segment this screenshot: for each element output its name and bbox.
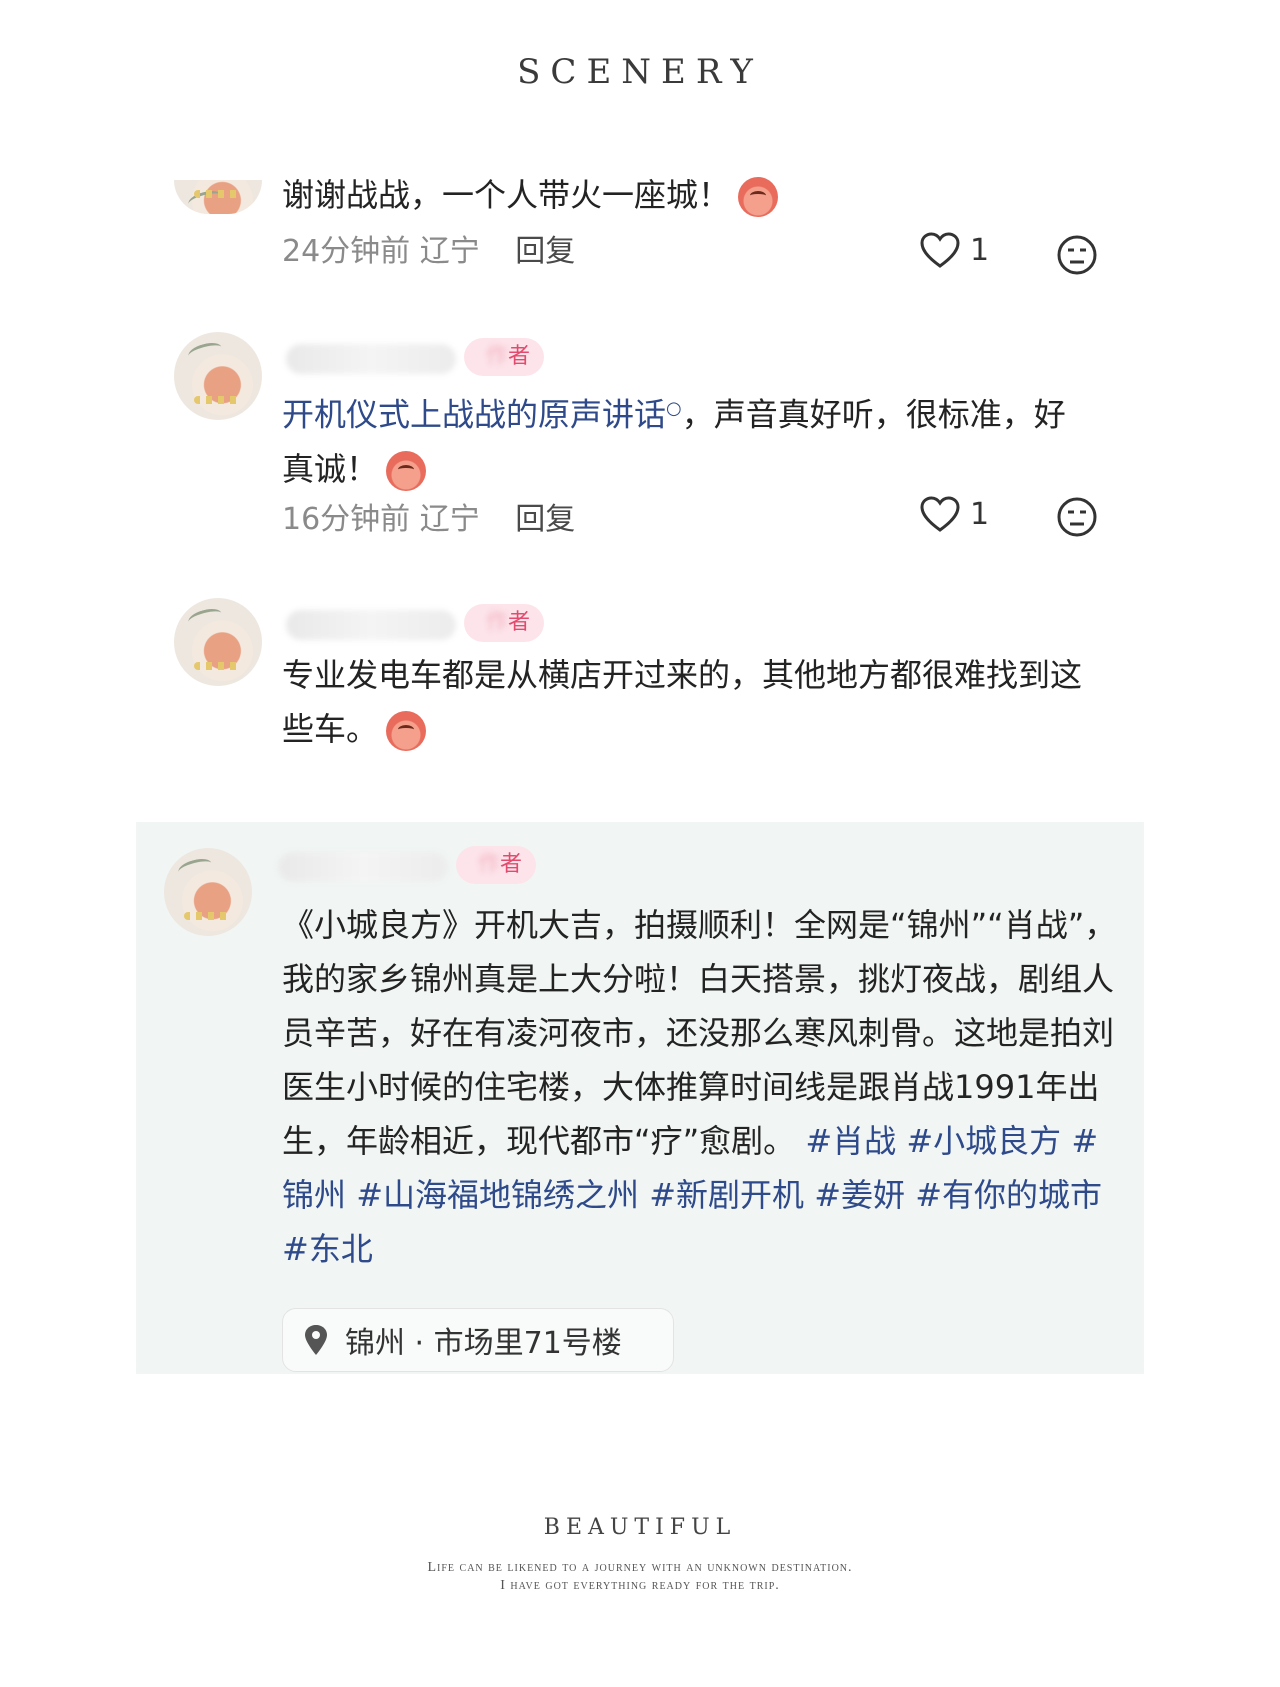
username-blurred[interactable]	[278, 852, 448, 882]
surprised-emoji-icon	[386, 711, 427, 751]
hashtag[interactable]: #山海福地锦绣之州	[356, 1176, 639, 1214]
like-count: 1	[970, 232, 990, 268]
reply-button[interactable]: 回复	[515, 502, 575, 537]
happy-emoji-icon	[386, 450, 427, 491]
avatar[interactable]	[174, 332, 262, 420]
footer-line-1: Life can be likened to a journey with an…	[427, 1560, 853, 1575]
dislike-button[interactable]	[1056, 496, 1098, 542]
comment-region: 辽宁	[419, 234, 480, 269]
comment-1-text: 谢谢战战，一个人带火一座城！	[282, 168, 1102, 222]
comment-region: 辽宁	[419, 502, 480, 537]
hashtag[interactable]: #姜妍	[814, 1176, 905, 1214]
dislike-face-icon	[1057, 497, 1097, 537]
location-tag[interactable]: 锦州 · 市场里71号楼	[282, 1308, 674, 1372]
username-blurred[interactable]	[286, 344, 456, 374]
avatar[interactable]	[174, 598, 262, 686]
hashtag[interactable]: #新剧开机	[649, 1176, 804, 1214]
header-title: SCENERY	[517, 52, 763, 92]
heart-icon	[920, 232, 960, 268]
comment-time: 24分钟前	[282, 234, 411, 269]
reply-button[interactable]: 回复	[515, 234, 575, 269]
heart-icon	[920, 496, 960, 532]
comment-2-text: 开机仪式上战战的原声讲话○，声音真好听，很标准，好真诚！	[282, 382, 1082, 496]
dislike-face-icon	[1057, 235, 1097, 275]
avatar[interactable]	[174, 180, 262, 214]
footer-line-2: I have got everything ready for the trip…	[500, 1578, 780, 1593]
comment-1-body: 谢谢战战，一个人带火一座城！	[282, 176, 731, 214]
username-blurred[interactable]	[286, 610, 456, 640]
author-badge: 作者	[464, 604, 544, 642]
location-text: 锦州 · 市场里71号楼	[345, 1326, 622, 1361]
dislike-button[interactable]	[1056, 234, 1098, 280]
hashtag[interactable]: #有你的城市	[915, 1176, 1102, 1214]
audio-link[interactable]: 开机仪式上战战的原声讲话	[282, 396, 666, 434]
like-count: 1	[970, 496, 990, 532]
search-icon[interactable]: ○	[666, 398, 682, 419]
hashtag[interactable]: #东北	[282, 1230, 373, 1268]
footer-title: BEAUTIFUL	[543, 1515, 737, 1540]
comment-2-meta: 16分钟前 辽宁 回复	[282, 494, 575, 538]
location-pin-icon	[305, 1325, 327, 1355]
author-badge: 作者	[456, 846, 536, 884]
hashtag[interactable]: #肖战	[805, 1122, 896, 1160]
hashtag[interactable]: #小城良方	[906, 1122, 1061, 1160]
comment-time: 16分钟前	[282, 502, 411, 537]
like-button[interactable]: 1	[920, 232, 989, 268]
comment-4-text: 《小城良方》开机大吉，拍摄顺利！全网是“锦州”“肖战”，我的家乡锦州真是上大分啦…	[282, 898, 1122, 1276]
comment-1-meta: 24分钟前 辽宁 回复	[282, 226, 575, 270]
avatar[interactable]	[164, 848, 252, 936]
like-button[interactable]: 1	[920, 496, 989, 532]
comment-3-text: 专业发电车都是从横店开过来的，其他地方都很难找到这些车。	[282, 648, 1102, 756]
author-badge: 作者	[464, 338, 544, 376]
laughing-emoji-icon	[738, 177, 779, 217]
